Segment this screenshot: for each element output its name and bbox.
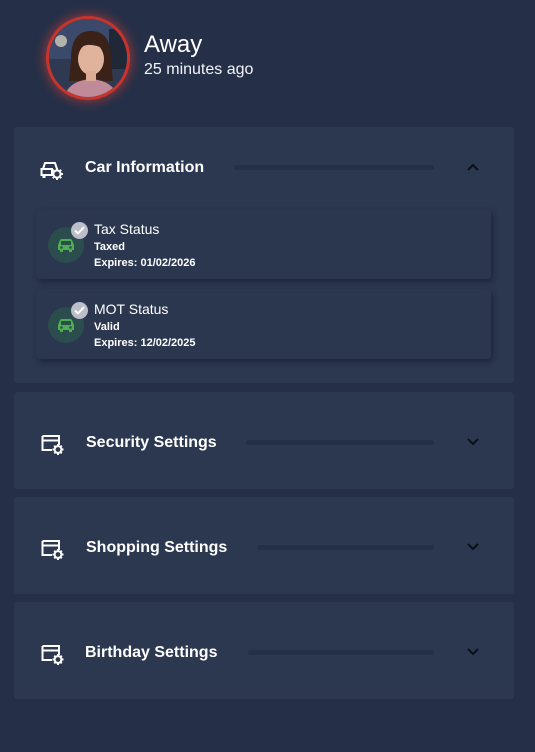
divider bbox=[234, 165, 434, 170]
divider bbox=[246, 440, 434, 445]
panel-birthday-settings: Birthday Settings bbox=[14, 602, 514, 699]
status-title: Away bbox=[144, 31, 203, 58]
panel-header-security-settings[interactable]: Security Settings bbox=[14, 402, 514, 484]
chevron-down-icon[interactable] bbox=[466, 540, 480, 554]
panel-header-shopping-settings[interactable]: Shopping Settings bbox=[14, 507, 514, 589]
chevron-down-icon[interactable] bbox=[466, 645, 480, 659]
panel-header-car-information[interactable]: Car Information bbox=[14, 127, 514, 209]
panel-title: Car Information bbox=[85, 159, 205, 176]
panel-title: Shopping Settings bbox=[86, 539, 228, 556]
avatar[interactable] bbox=[46, 16, 130, 100]
item-title: MOT Status bbox=[94, 301, 169, 317]
settings-icon bbox=[41, 538, 65, 560]
check-icon bbox=[71, 302, 88, 319]
chevron-down-icon[interactable] bbox=[466, 435, 480, 449]
panel-shopping-settings: Shopping Settings bbox=[14, 497, 514, 594]
panel-security-settings: Security Settings bbox=[14, 392, 514, 489]
item-title: Tax Status bbox=[94, 221, 160, 237]
panel-title: Birthday Settings bbox=[85, 644, 218, 661]
settings-icon bbox=[41, 643, 65, 665]
panel-car-information: Car Information Tax Status Taxed Expires… bbox=[14, 127, 514, 383]
chevron-up-icon[interactable] bbox=[466, 160, 480, 174]
settings-icon bbox=[41, 433, 65, 455]
divider bbox=[257, 545, 434, 550]
check-icon bbox=[71, 222, 88, 239]
item-expiry: Expires: 12/02/2025 bbox=[94, 337, 196, 349]
list-item-mot-status[interactable]: MOT Status Valid Expires: 12/02/2025 bbox=[36, 289, 491, 359]
item-expiry: Expires: 01/02/2026 bbox=[94, 257, 196, 269]
car-settings-icon bbox=[40, 158, 64, 180]
profile-header: Away 25 minutes ago bbox=[46, 16, 253, 100]
divider bbox=[248, 650, 434, 655]
status-block: Away 25 minutes ago bbox=[144, 31, 253, 81]
panel-title: Security Settings bbox=[86, 434, 217, 451]
item-status-value: Taxed bbox=[94, 241, 125, 253]
item-status-value: Valid bbox=[94, 321, 120, 333]
panel-header-birthday-settings[interactable]: Birthday Settings bbox=[14, 612, 514, 694]
list-item-tax-status[interactable]: Tax Status Taxed Expires: 01/02/2026 bbox=[36, 209, 491, 279]
last-seen-text: 25 minutes ago bbox=[144, 61, 254, 78]
